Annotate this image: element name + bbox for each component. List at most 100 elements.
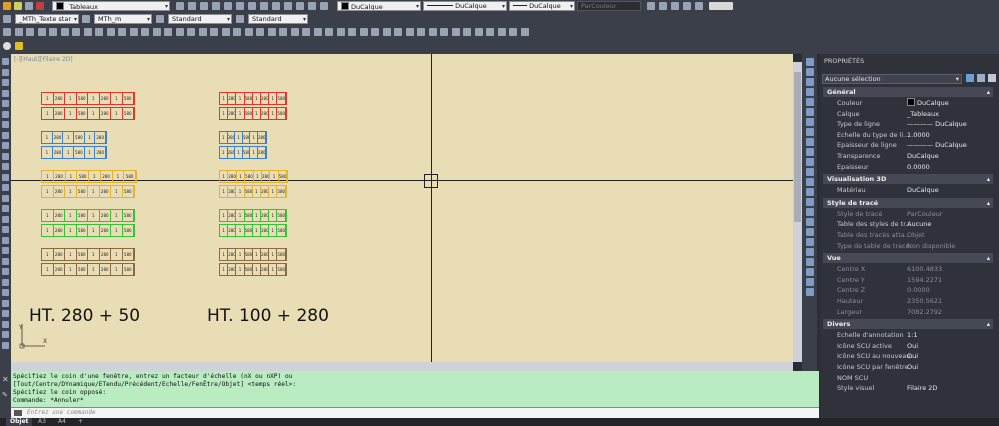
property-value[interactable]: 7082.2792 (907, 307, 942, 317)
tool-icon[interactable] (382, 28, 391, 36)
plotstyle-combo[interactable]: ParCouleur ▾ (577, 1, 641, 11)
layer-tool-icon[interactable] (308, 2, 316, 10)
linetype-combo[interactable]: DuCalque ▾ (423, 1, 507, 11)
layer-tool-icon[interactable] (284, 2, 292, 10)
property-value[interactable]: Objet (907, 230, 925, 240)
property-row[interactable]: Style visuel Filaire 2D (823, 383, 993, 393)
info-icon[interactable] (3, 42, 11, 50)
property-value[interactable]: 1:1 (907, 330, 917, 340)
property-value[interactable]: ———— DuCalque (907, 119, 967, 129)
draw-tool-icon[interactable] (2, 142, 9, 149)
layer-tool-icon[interactable] (236, 2, 244, 10)
tab-a3[interactable]: A3 (34, 418, 50, 426)
palette-tool-icon[interactable] (806, 148, 814, 156)
color-combo[interactable]: DuCalque ▾ (337, 1, 421, 11)
lightning-icon[interactable] (15, 42, 23, 50)
property-value[interactable]: ParCouleur (907, 209, 943, 219)
table-style-combo[interactable]: Standard ▾ (168, 14, 232, 24)
property-value[interactable]: Aucune (907, 219, 931, 229)
draw-tool-icon[interactable] (2, 163, 9, 170)
layer-tool-icon[interactable] (188, 2, 196, 10)
property-row[interactable]: Epaisseur 0.0000 (823, 162, 993, 172)
property-value[interactable]: DuCalque (907, 185, 939, 195)
tool-icon[interactable] (325, 28, 333, 36)
tool-icon[interactable] (451, 28, 460, 36)
text-style-icon[interactable] (3, 15, 11, 23)
palette-tool-icon[interactable] (806, 228, 814, 236)
tool-icon[interactable] (60, 28, 69, 36)
select-objects-icon[interactable] (977, 74, 985, 82)
tool-icon[interactable] (279, 28, 287, 36)
tool-icon[interactable] (72, 28, 80, 36)
draw-tool-icon[interactable] (2, 184, 9, 191)
draw-tool-icon[interactable] (2, 278, 9, 286)
property-row[interactable]: Largeur 7082.2792 (823, 307, 993, 317)
tool-icon[interactable] (164, 28, 172, 36)
mleader-style-icon[interactable] (236, 15, 244, 23)
property-row[interactable]: Type de table de tracé Non disponible (823, 241, 993, 251)
section-vis3d[interactable]: Visualisation 3D ▴ (823, 174, 993, 185)
palette-tool-icon[interactable] (806, 138, 814, 146)
palette-tool-icon[interactable] (806, 238, 814, 246)
palette-tool-icon[interactable] (806, 258, 814, 266)
tool-icon[interactable] (486, 28, 494, 36)
table-block[interactable]: 1 280 1 580 1 280 1 580 1 280 1 580 1 280 1 580 (219, 209, 307, 238)
dim-style-icon[interactable] (82, 15, 90, 23)
property-row[interactable]: Icône SCU au nouveau... Oui (823, 351, 993, 361)
property-row[interactable]: Centre Z 0.0000 (823, 285, 993, 295)
tool-icon[interactable] (152, 28, 161, 36)
command-prompt-icon[interactable] (14, 410, 22, 416)
layer-tool-icon[interactable] (320, 2, 328, 10)
tool-icon[interactable] (267, 28, 276, 36)
palette-tool-icon[interactable] (806, 218, 814, 226)
palette-tool-icon[interactable] (806, 168, 814, 176)
property-row[interactable]: NOM SCU (823, 373, 993, 383)
property-row[interactable]: Icône SCU par fenêtre Oui (823, 362, 993, 372)
palette-tool-icon[interactable] (806, 128, 814, 136)
property-row[interactable]: Table des styles de tr... Aucune (823, 219, 993, 229)
table-block[interactable]: 1 280 1 580 1 280 1 580 1 280 1 580 1 280 1 580 (219, 92, 307, 121)
collapse-arrow-icon[interactable]: ▴ (987, 87, 990, 97)
property-value[interactable]: _Tableaux (907, 109, 939, 119)
draw-tool-icon[interactable] (2, 215, 9, 223)
property-value[interactable]: Non disponible (907, 241, 955, 251)
property-row[interactable]: Table des tracés atta... Objet (823, 230, 993, 240)
tool-icon[interactable] (106, 28, 115, 36)
draw-tool-icon[interactable] (2, 100, 9, 107)
tool-icon[interactable] (83, 28, 92, 36)
tool-icon[interactable] (509, 28, 517, 36)
palette-tool-icon[interactable] (806, 178, 814, 186)
tool-icon[interactable] (348, 28, 356, 36)
tool-icon[interactable] (49, 28, 57, 36)
property-row[interactable]: Centre X 6100.4833 (823, 264, 993, 274)
view-tool-icon[interactable] (647, 2, 655, 10)
table-block[interactable]: 1 280 1 580 1 280 1 280 1 580 1 280 (41, 131, 129, 160)
wrench-icon[interactable]: ✎ (2, 391, 8, 399)
table-block[interactable]: 1 280 1 580 1 280 1 580 1 280 1 580 1 280 1 580 (219, 248, 307, 277)
layer-tool-icon[interactable] (272, 2, 280, 10)
palette-tool-icon[interactable] (806, 118, 814, 126)
property-value[interactable]: 6100.4833 (907, 264, 942, 274)
section-plot[interactable]: Style de tracé ▴ (823, 197, 993, 208)
collapse-arrow-icon[interactable]: ▴ (987, 319, 990, 329)
property-value[interactable]: Oui (907, 351, 918, 361)
scroll-thumb[interactable] (794, 72, 801, 222)
draw-tool-icon[interactable] (2, 236, 9, 244)
tool-icon[interactable] (256, 28, 264, 36)
draw-tool-icon[interactable] (2, 131, 9, 139)
draw-tool-icon[interactable] (2, 110, 9, 118)
section-view[interactable]: Vue ▴ (823, 253, 993, 264)
tool-icon[interactable] (313, 28, 322, 36)
draw-tool-icon[interactable] (2, 89, 9, 97)
layer-color-icon[interactable] (36, 2, 44, 10)
draw-tool-icon[interactable] (2, 289, 9, 296)
property-row[interactable]: Transparence DuCalque (823, 151, 993, 161)
tool-icon[interactable] (417, 28, 425, 36)
draw-tool-icon[interactable] (2, 226, 9, 233)
horizontal-scrollbar[interactable] (11, 362, 793, 371)
quick-select-icon[interactable] (988, 74, 996, 82)
property-row[interactable]: Matériau DuCalque (823, 185, 993, 195)
layer-tool-icon[interactable] (212, 2, 220, 10)
viewport-label[interactable]: [-][Haut][Filaire 2D] (14, 56, 73, 63)
tool-icon[interactable] (497, 28, 506, 36)
